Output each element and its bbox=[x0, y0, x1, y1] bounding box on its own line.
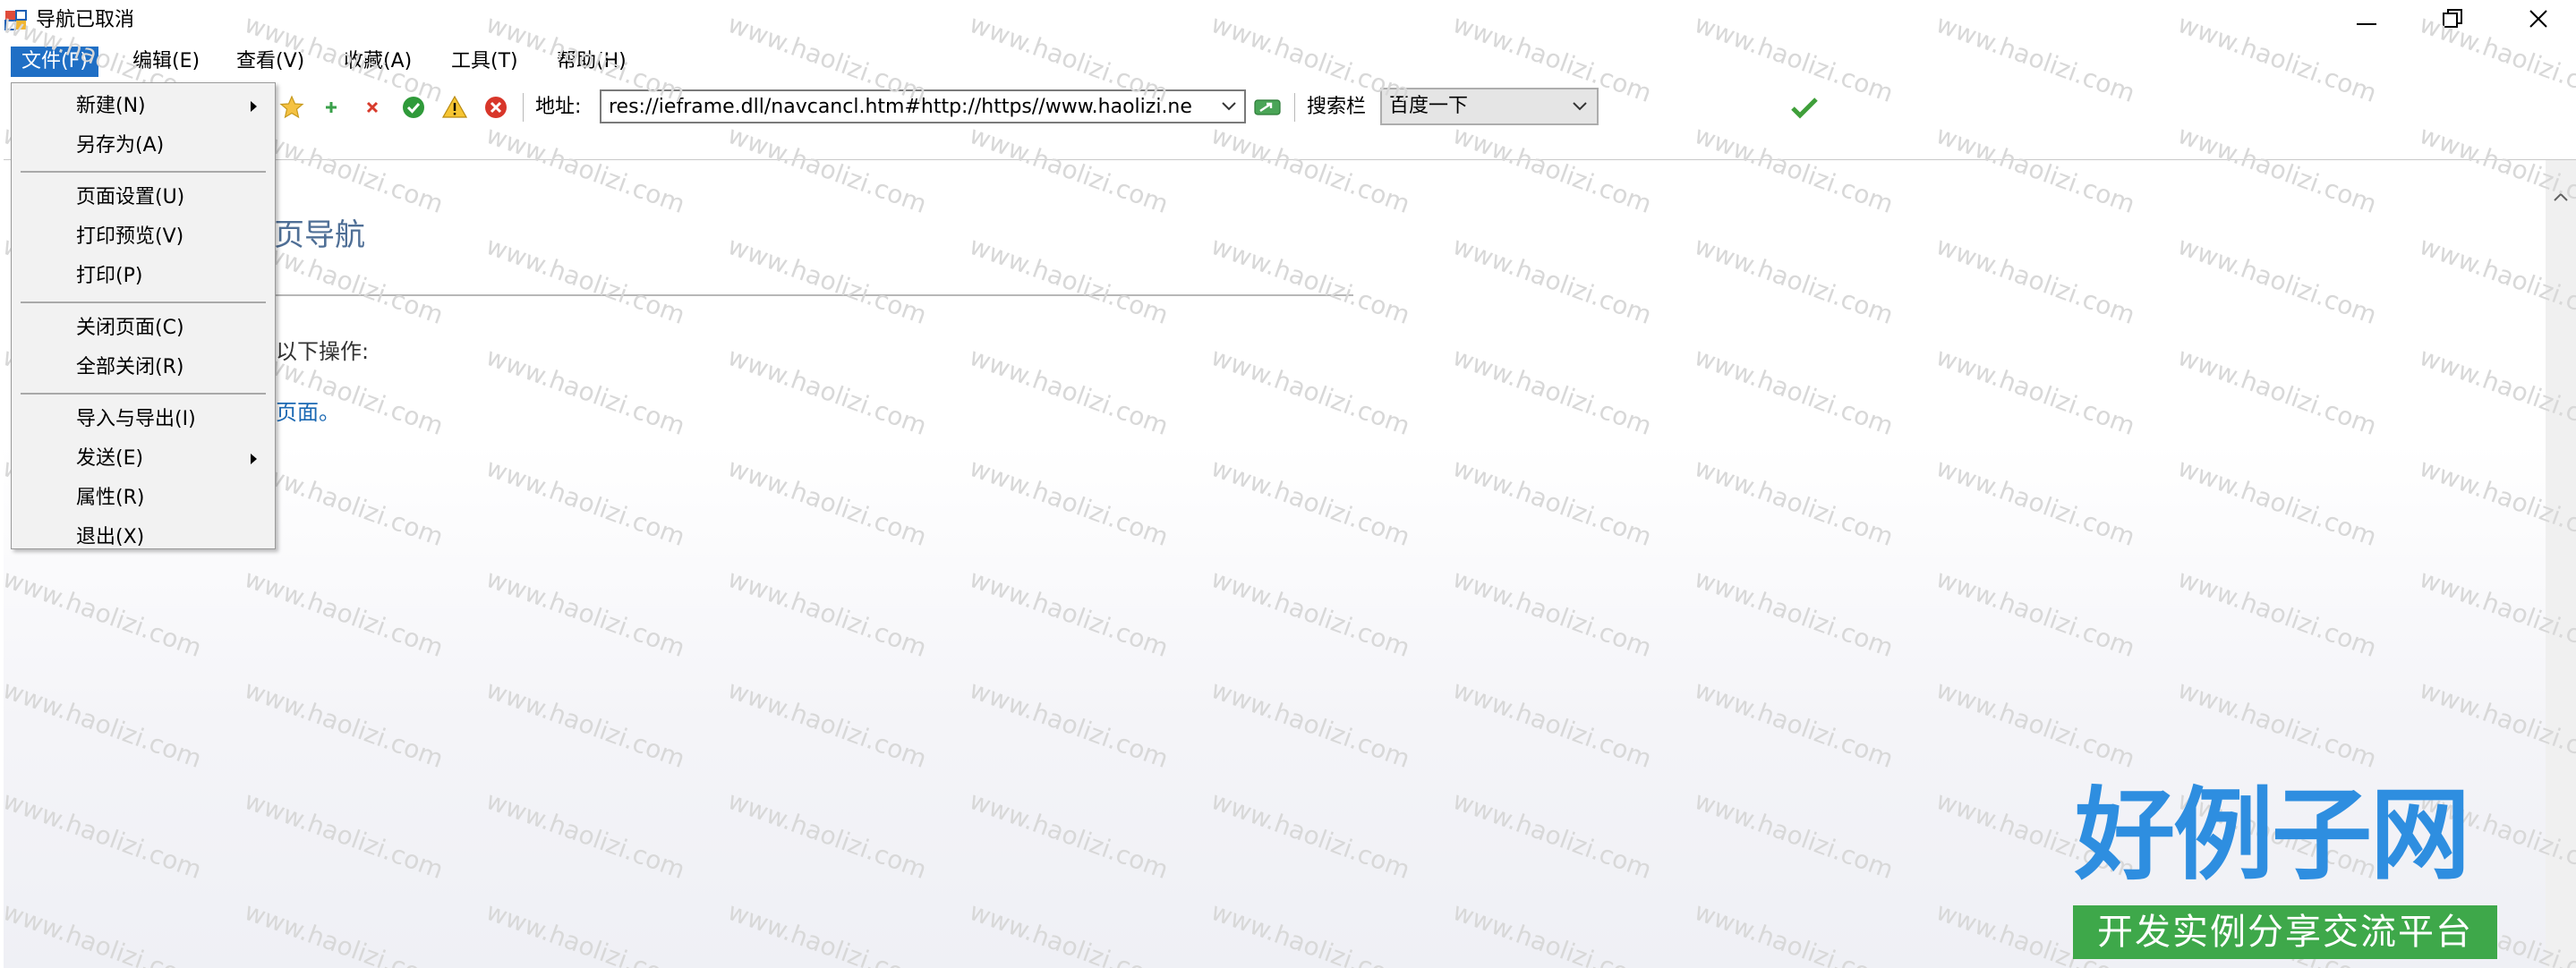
file-menu-item[interactable]: 新建(N) bbox=[13, 87, 273, 126]
file-menu-item[interactable]: 页面设置(U) bbox=[13, 178, 273, 217]
file-menu-item[interactable]: 导入与导出(I) bbox=[13, 400, 273, 439]
menu-edit[interactable]: 编辑(E) bbox=[122, 47, 210, 77]
close-button[interactable] bbox=[2494, 0, 2576, 41]
address-label: 地址: bbox=[535, 96, 582, 118]
file-menu-item-label: 属性(R) bbox=[76, 487, 145, 509]
search-input[interactable] bbox=[1600, 89, 1781, 123]
minimize-icon bbox=[2357, 13, 2376, 30]
minimize-button[interactable] bbox=[2322, 0, 2411, 41]
search-engine-select[interactable]: 百度一下 bbox=[1380, 88, 1599, 125]
submenu-arrow-icon bbox=[251, 454, 257, 464]
vertical-scrollbar[interactable] bbox=[2546, 160, 2576, 968]
remove-icon[interactable] bbox=[360, 95, 385, 120]
file-menu-item[interactable]: 退出(X) bbox=[13, 518, 273, 557]
toolbar-separator bbox=[1294, 93, 1298, 122]
file-menu-item-label: 退出(X) bbox=[76, 526, 145, 548]
menu-view[interactable]: 查看(V) bbox=[226, 47, 315, 77]
file-menu-item-label: 全部关闭(R) bbox=[76, 356, 184, 378]
watermark-logo: 好例子网 bbox=[2075, 777, 2470, 894]
file-menu-item[interactable]: 关闭页面(C) bbox=[13, 309, 273, 348]
close-icon bbox=[2529, 9, 2548, 32]
chevron-down-icon[interactable] bbox=[1215, 93, 1242, 120]
menu-favorites[interactable]: 收藏(A) bbox=[333, 47, 422, 77]
menu-tools[interactable]: 工具(T) bbox=[440, 47, 529, 77]
file-menu-item-label: 导入与导出(I) bbox=[76, 408, 196, 430]
chevron-down-icon[interactable] bbox=[1568, 95, 1591, 118]
file-menu-dropdown: 新建(N) 另存为(A) 页面设置(U) 打印预览(V) 打印(P) 关闭页面(C) 全部关… bbox=[11, 82, 276, 549]
go-icon[interactable] bbox=[1253, 95, 1281, 120]
window-title: 导航已取消 bbox=[36, 9, 135, 31]
menu-separator bbox=[21, 393, 266, 395]
file-menu-item-label: 新建(N) bbox=[76, 95, 146, 117]
file-menu-item[interactable]: 打印(P) bbox=[13, 257, 273, 296]
address-input[interactable]: res://ieframe.dll/navcancl.htm#http://ht… bbox=[609, 94, 1199, 121]
page-link[interactable]: 页面。 bbox=[276, 398, 340, 427]
restore-icon bbox=[2443, 9, 2462, 32]
file-menu-item-label: 页面设置(U) bbox=[76, 186, 185, 208]
file-menu-item[interactable]: 全部关闭(R) bbox=[13, 348, 273, 387]
favorites-star-icon[interactable] bbox=[279, 95, 304, 120]
menu-separator bbox=[21, 301, 266, 303]
menu-file[interactable]: 文件(F) bbox=[11, 47, 98, 77]
restore-button[interactable] bbox=[2408, 0, 2497, 41]
app-icon bbox=[4, 10, 28, 31]
scroll-up-icon[interactable] bbox=[2546, 183, 2576, 210]
search-engine-value: 百度一下 bbox=[1389, 95, 1469, 117]
watermark-logo-subtitle: 开发实例分享交流平台 bbox=[2073, 905, 2497, 959]
file-menu-item[interactable]: 另存为(A) bbox=[13, 126, 273, 166]
title-bar: 导航已取消 bbox=[0, 0, 2576, 41]
stop-icon[interactable] bbox=[483, 95, 508, 120]
menu-help[interactable]: 帮助(H) bbox=[546, 47, 637, 77]
file-menu-item[interactable]: 发送(E) bbox=[13, 439, 273, 479]
toolbar-separator bbox=[523, 93, 526, 122]
toolbar: 地址: 搜索栏 bbox=[0, 82, 2576, 132]
add-icon[interactable] bbox=[319, 95, 344, 120]
menu-separator bbox=[21, 171, 266, 173]
submenu-arrow-icon bbox=[251, 101, 257, 112]
address-combobox[interactable]: res://ieframe.dll/navcancl.htm#http://ht… bbox=[600, 89, 1246, 123]
file-menu-item[interactable]: 打印预览(V) bbox=[13, 217, 273, 257]
checkmark-icon[interactable] bbox=[1790, 95, 1818, 120]
file-menu-item-label: 打印预览(V) bbox=[76, 225, 184, 248]
file-menu-item-label: 关闭页面(C) bbox=[76, 317, 184, 339]
file-menu-item-label: 发送(E) bbox=[76, 447, 144, 470]
search-label: 搜索栏 bbox=[1307, 96, 1367, 118]
ok-icon[interactable] bbox=[401, 95, 426, 120]
file-menu-item-label: 另存为(A) bbox=[76, 134, 165, 157]
menu-bar: 文件(F) 编辑(E) 查看(V) 收藏(A) 工具(T) 帮助(H) bbox=[0, 41, 2576, 82]
page-instruction-text: 以下操作: bbox=[276, 339, 370, 364]
file-menu-item[interactable]: 属性(R) bbox=[13, 479, 273, 518]
browser-window: 页导航 以下操作: 页面。 导航已取消 文件(F) 编辑(E) 查看(V) 收藏… bbox=[0, 0, 2576, 968]
file-menu-item-label: 打印(P) bbox=[76, 265, 143, 287]
warning-icon[interactable] bbox=[441, 95, 468, 120]
page-heading: 页导航 bbox=[274, 217, 365, 253]
